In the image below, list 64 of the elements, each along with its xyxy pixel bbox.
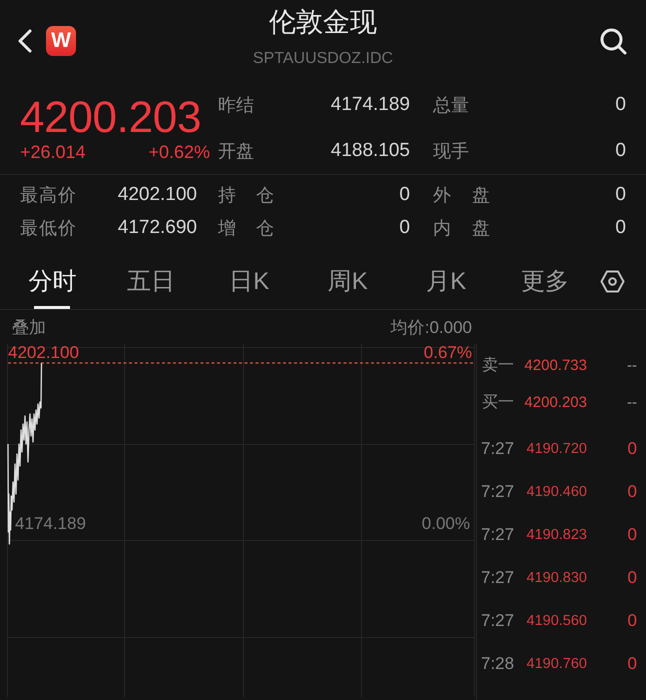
settings-icon[interactable]: [600, 270, 625, 292]
search-icon[interactable]: [600, 28, 627, 54]
stat-value: 0: [399, 184, 410, 206]
stat-value: 4188.105: [330, 140, 410, 162]
stat-label: 内 盘: [433, 216, 490, 240]
order-label: 卖一: [482, 356, 514, 376]
trade-price: 4190.823: [526, 526, 587, 542]
stat-label: 最高价: [20, 184, 76, 206]
average-price: 均价:0.000: [390, 316, 472, 338]
stat-label: 昨结: [218, 94, 254, 117]
chart-tab[interactable]: 五日: [102, 253, 200, 309]
stat-value: 4172.690: [118, 216, 197, 238]
price-change: +26.014: [20, 141, 86, 163]
trade-time: 7:27: [481, 524, 514, 544]
high-percent-label: 0.67%: [424, 345, 472, 361]
trade-time: 7:27: [481, 610, 514, 630]
stat-label: 开盘: [218, 140, 254, 163]
trade-price: 4190.830: [526, 570, 587, 586]
chart-tab[interactable]: 周K: [298, 253, 397, 309]
stat-value: 0: [615, 184, 626, 206]
stat-value: 0: [399, 216, 410, 238]
chart-tab[interactable]: 更多: [496, 253, 594, 309]
app-logo: W: [46, 26, 76, 56]
symbol-code: SPTAUUSDOZ.IDC: [252, 49, 394, 69]
back-icon[interactable]: [17, 29, 32, 53]
trade-time: 7:27: [481, 438, 514, 458]
chart-tab[interactable]: 日K: [200, 253, 298, 309]
last-price: 4200.203: [20, 96, 202, 140]
order-label: 买一: [482, 393, 514, 413]
stat-value: 4202.100: [118, 184, 197, 206]
order-volume: --: [627, 357, 637, 374]
high-price-label: 4202.100: [8, 345, 79, 361]
trade-volume: 0: [628, 654, 637, 674]
trade-volume: 0: [628, 438, 637, 458]
order-price: 4200.733: [524, 357, 587, 374]
base-price-label: 4174.189: [15, 516, 86, 532]
stat-label: 现手: [433, 140, 469, 163]
trade-price: 4190.560: [526, 612, 587, 628]
stat-value: 4174.189: [330, 94, 410, 116]
stat-label: 最低价: [20, 216, 76, 240]
trade-price: 4190.760: [526, 656, 587, 672]
stat-label: 总量: [433, 94, 469, 117]
trade-time: 7:27: [481, 568, 514, 588]
order-volume: --: [627, 394, 637, 411]
trade-volume: 0: [628, 524, 637, 544]
stat-label: 持 仓: [218, 184, 274, 206]
overlay-button[interactable]: 叠加: [12, 316, 46, 338]
stat-label: 增 仓: [218, 216, 274, 240]
stat-value: 0: [615, 140, 626, 162]
base-percent-label: 0.00%: [422, 516, 470, 532]
trade-price: 4190.460: [526, 484, 587, 500]
page-title: 伦敦金现: [269, 6, 377, 39]
trade-time: 7:27: [481, 482, 514, 502]
stat-value: 0: [615, 94, 626, 116]
trade-price: 4190.720: [526, 440, 587, 456]
percent-change: +0.62%: [148, 141, 210, 163]
trade-volume: 0: [628, 482, 637, 502]
trade-volume: 0: [628, 610, 637, 630]
stat-label: 外 盘: [433, 184, 490, 206]
trade-time: 7:28: [481, 654, 514, 674]
chart-tab[interactable]: 月K: [397, 253, 496, 309]
trade-volume: 0: [628, 568, 637, 588]
stat-value: 0: [615, 216, 626, 238]
order-price: 4200.203: [524, 394, 587, 411]
